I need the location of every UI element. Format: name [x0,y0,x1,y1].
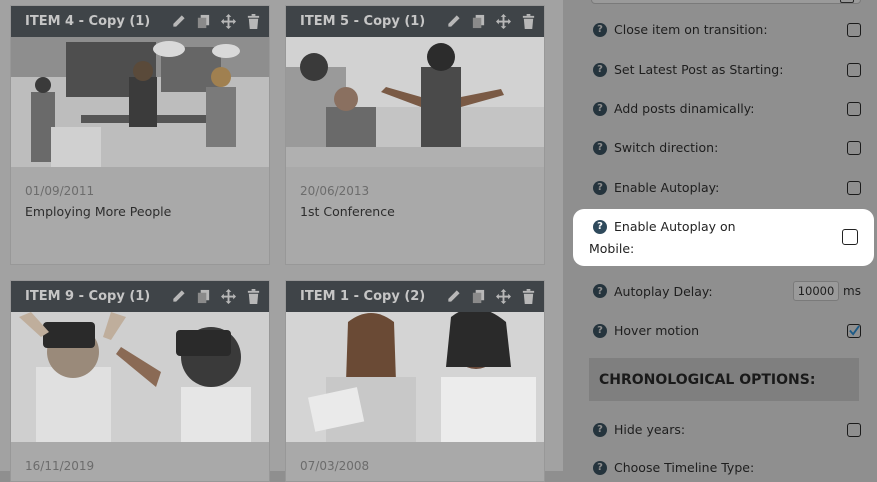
move-arrows-icon[interactable] [495,14,511,30]
option-latest-post: ? Set Latest Post as Starting: [593,62,861,77]
help-icon[interactable]: ? [593,422,607,437]
help-icon[interactable]: ? [593,284,607,298]
card-title: ITEM 5 - Copy (1) [300,14,426,29]
option-hide-years: ? Hide years: [593,422,861,437]
card-title: ITEM 9 - Copy (1) [25,289,151,304]
latest-post-checkbox[interactable] [847,62,861,77]
edit-pencil-icon[interactable] [170,289,186,305]
card-date: 20/06/2013 [300,184,370,198]
option-label: Set Latest Post as Starting: [614,62,784,77]
move-arrows-icon[interactable] [495,289,511,305]
card-title: ITEM 1 - Copy (2) [300,289,426,304]
edit-pencil-icon[interactable] [170,14,186,30]
option-label-line2: Mobile: [589,241,635,256]
help-icon[interactable]: ? [593,101,607,116]
trash-icon[interactable] [245,14,261,30]
top-option-row-partial [591,0,861,4]
checkbox-partial[interactable] [840,0,854,3]
duplicate-icon[interactable] [470,14,486,30]
option-close-item: ? Close item on transition: [593,22,861,37]
enable-autoplay-checkbox[interactable] [847,180,861,195]
section-chronological-options: CHRONOLOGICAL OPTIONS: [589,358,859,401]
timeline-item-card: ITEM 5 - Copy (1) 20/06/2013 1st Confere… [285,5,545,265]
option-timeline-type: ? Choose Timeline Type: [593,460,861,475]
switch-direction-checkbox[interactable] [847,140,861,155]
card-description: 1st Conference [300,204,395,219]
option-enable-autoplay: ? Enable Autoplay: [593,180,861,195]
option-label: Hide years: [614,422,686,437]
help-icon[interactable]: ? [593,22,607,37]
option-label: Hover motion [614,323,700,338]
timeline-item-card: ITEM 9 - Copy (1) 16/11/2019 [10,280,270,482]
help-icon[interactable]: ? [593,62,607,77]
option-add-posts: ? Add posts dinamically: [593,101,861,116]
option-label: Enable Autoplay: [614,180,720,195]
card-header: ITEM 4 - Copy (1) [11,6,269,37]
timeline-item-card: ITEM 1 - Copy (2) 07/03/2008 [285,280,545,482]
autoplay-mobile-checkbox[interactable] [842,229,858,245]
hover-motion-checkbox[interactable] [847,323,861,338]
move-arrows-icon[interactable] [220,14,236,30]
option-label: Choose Timeline Type: [614,460,755,475]
option-autoplay-delay: ? Autoplay Delay: ms [593,281,861,301]
help-icon[interactable]: ? [593,180,607,195]
card-image-vr-headsets [11,312,269,442]
card-image-tablet-women [286,312,544,442]
delay-unit: ms [843,284,861,298]
card-header: ITEM 9 - Copy (1) [11,281,269,312]
trash-icon[interactable] [520,289,536,305]
duplicate-icon[interactable] [470,289,486,305]
option-label: Close item on transition: [614,22,768,37]
card-image-office [11,37,269,167]
option-label-line1: Enable Autoplay on [614,219,736,234]
option-label: Switch direction: [614,140,719,155]
card-title: ITEM 4 - Copy (1) [25,14,151,29]
close-item-checkbox[interactable] [847,22,861,37]
trash-icon[interactable] [520,14,536,30]
edit-pencil-icon[interactable] [445,289,461,305]
duplicate-icon[interactable] [195,289,211,305]
option-hover-motion: ? Hover motion [593,323,861,338]
checkmark-icon [849,324,860,336]
card-header: ITEM 5 - Copy (1) [286,6,544,37]
help-icon[interactable]: ? [593,219,607,234]
card-header: ITEM 1 - Copy (2) [286,281,544,312]
autoplay-delay-input[interactable] [793,281,839,301]
card-image-conference [286,37,544,167]
add-posts-checkbox[interactable] [847,101,861,116]
card-description: Employing More People [25,204,172,219]
timeline-items-area: ITEM 4 - Copy (1) 01/09/2011 Employing M… [0,0,563,482]
timeline-item-card: ITEM 4 - Copy (1) 01/09/2011 Employing M… [10,5,270,265]
help-icon[interactable]: ? [593,323,607,338]
option-switch-direction: ? Switch direction: [593,140,861,155]
card-date: 01/09/2011 [25,184,95,198]
help-icon[interactable]: ? [593,140,607,155]
highlighted-option-autoplay-mobile: ? Enable Autoplay on Mobile: [573,209,874,266]
option-label: Add posts dinamically: [614,101,755,116]
move-arrows-icon[interactable] [220,289,236,305]
edit-pencil-icon[interactable] [445,14,461,30]
trash-icon[interactable] [245,289,261,305]
hide-years-checkbox[interactable] [847,422,861,437]
duplicate-icon[interactable] [195,14,211,30]
help-icon[interactable]: ? [593,460,607,475]
